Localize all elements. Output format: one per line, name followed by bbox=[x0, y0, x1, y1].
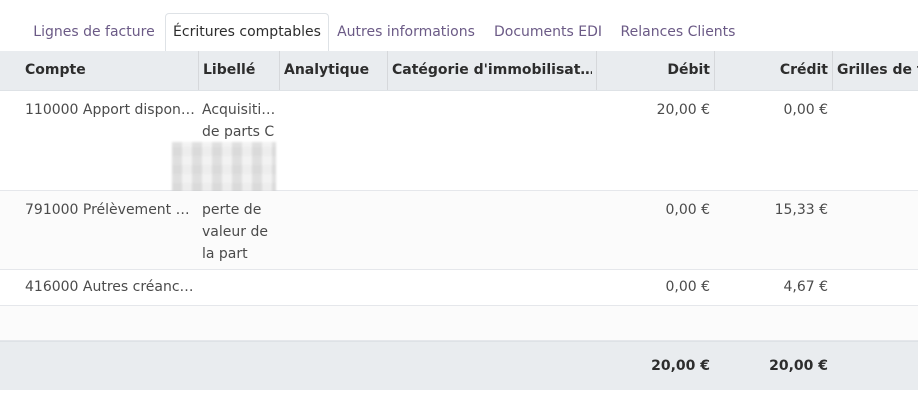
cell-label[interactable]: Acquisition de parts C bbox=[202, 99, 277, 143]
cell-debit[interactable]: 0,00 € bbox=[600, 199, 710, 221]
tab-edi-documents[interactable]: Documents EDI bbox=[490, 14, 606, 51]
table-row[interactable]: 416000 Autres créance… 0,00 € 4,67 € bbox=[0, 270, 918, 306]
cell-credit[interactable]: 0,00 € bbox=[718, 99, 828, 121]
cell-debit[interactable]: 20,00 € bbox=[600, 99, 710, 121]
table-header: Compte Libellé Analytique Catégorie d'im… bbox=[0, 51, 918, 91]
column-header-label[interactable]: Libellé bbox=[203, 51, 275, 90]
tab-journal-items[interactable]: Écritures comptables bbox=[165, 13, 329, 53]
column-divider[interactable] bbox=[279, 51, 280, 90]
cell-debit[interactable]: 0,00 € bbox=[600, 276, 710, 298]
cell-credit[interactable]: 15,33 € bbox=[718, 199, 828, 221]
table-footer-totals: 20,00 € 20,00 € bbox=[0, 341, 918, 390]
column-divider[interactable] bbox=[387, 51, 388, 90]
total-credit: 20,00 € bbox=[769, 358, 828, 374]
empty-row[interactable] bbox=[0, 306, 918, 341]
table-row[interactable]: 110000 Apport disponi… Acquisition de pa… bbox=[0, 91, 918, 192]
cell-account[interactable]: 110000 Apport disponi… bbox=[25, 99, 195, 121]
column-divider[interactable] bbox=[832, 51, 833, 90]
column-header-account[interactable]: Compte bbox=[25, 51, 195, 90]
cell-credit[interactable]: 4,67 € bbox=[718, 276, 828, 298]
tab-invoice-lines[interactable]: Lignes de facture bbox=[25, 14, 163, 51]
column-header-tax-grids[interactable]: Grilles de tax bbox=[837, 51, 918, 90]
tab-other-info[interactable]: Autres informations bbox=[334, 14, 478, 51]
column-header-analytic[interactable]: Analytique bbox=[284, 51, 384, 90]
cell-account[interactable]: 416000 Autres créance… bbox=[25, 276, 195, 298]
redacted-text bbox=[172, 142, 276, 192]
column-divider[interactable] bbox=[714, 51, 715, 90]
cell-label[interactable]: perte de valeur de la part bbox=[202, 199, 268, 265]
notebook-tabs: Lignes de facture Écritures comptables A… bbox=[0, 0, 918, 53]
column-header-credit[interactable]: Crédit bbox=[718, 51, 828, 90]
cell-account[interactable]: 791000 Prélèvement su… bbox=[25, 199, 195, 221]
column-header-asset-category[interactable]: Catégorie d'immobilisat… bbox=[392, 51, 592, 90]
table-row[interactable]: 791000 Prélèvement su… perte de valeur d… bbox=[0, 191, 918, 270]
column-divider[interactable] bbox=[596, 51, 597, 90]
tab-customer-followups[interactable]: Relances Clients bbox=[618, 14, 738, 51]
column-header-debit[interactable]: Débit bbox=[600, 51, 710, 90]
total-debit: 20,00 € bbox=[651, 358, 710, 374]
column-divider[interactable] bbox=[198, 51, 199, 90]
